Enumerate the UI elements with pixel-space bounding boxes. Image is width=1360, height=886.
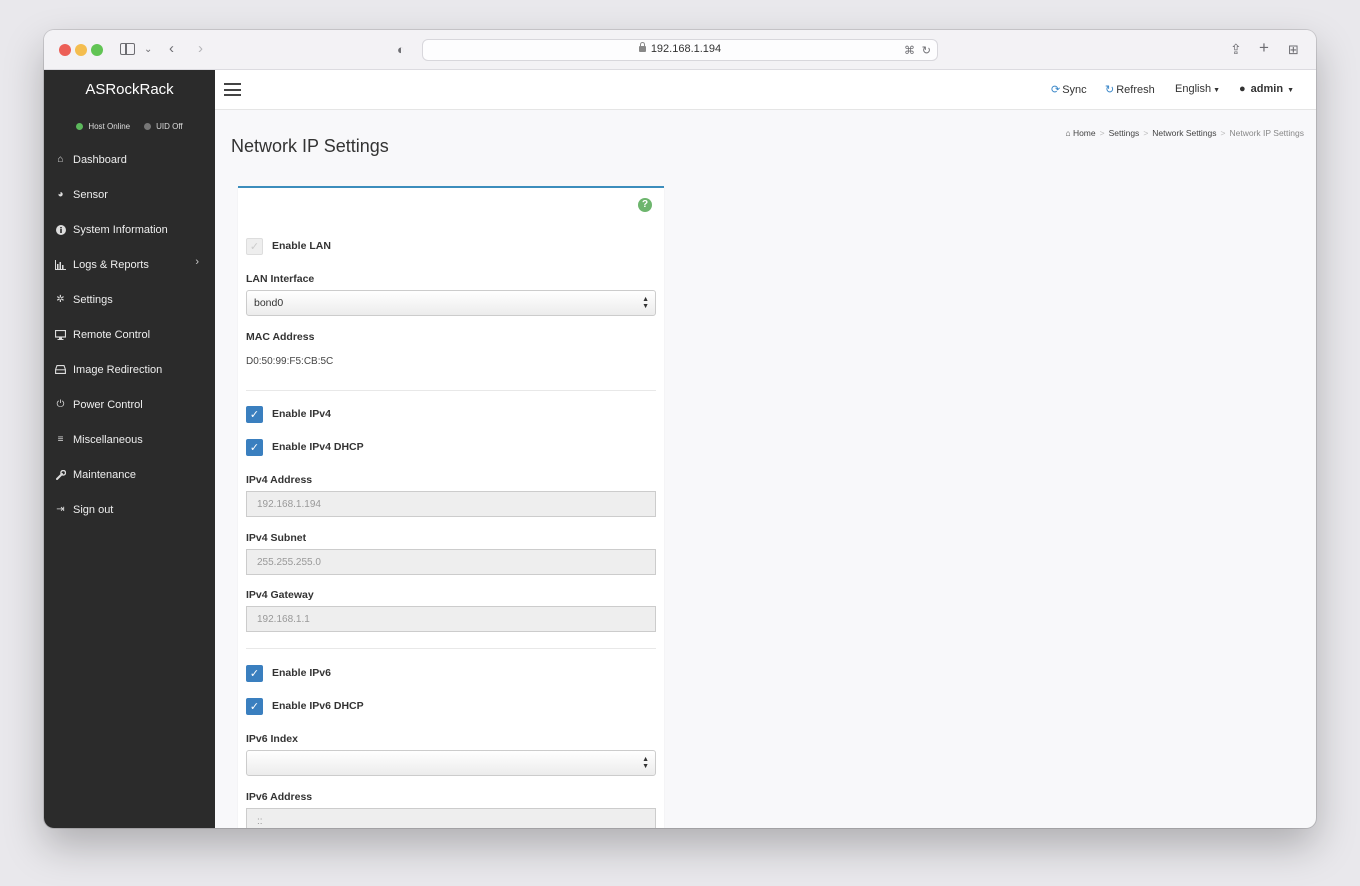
enable-ipv4-checkbox[interactable]: ✓ [246, 405, 263, 423]
sidebar-item-settings[interactable]: ✲ Settings [44, 282, 215, 317]
section-divider [246, 390, 656, 391]
browser-window: ⌄ ‹ › ◐ 192.168.1.194 ⌘ ↻ ⇪ + ⊞ ASRockRa… [44, 30, 1316, 828]
enable-ipv4-row: ✓ Enable IPv4 [246, 405, 331, 423]
browser-toolbar: ⌄ ‹ › ◐ 192.168.1.194 ⌘ ↻ ⇪ + ⊞ [44, 30, 1316, 70]
mac-address-value: D0:50:99:F5:CB:5C [246, 356, 334, 367]
home-icon: ⌂ [1065, 128, 1073, 138]
ipv6-index-label: IPv6 Index [246, 733, 298, 745]
sidebar-item-dashboard[interactable]: ⌂ Dashboard [44, 142, 215, 177]
gear-icon: ✲ [56, 294, 65, 305]
section-divider [246, 648, 656, 649]
breadcrumb-network-settings[interactable]: Network Settings [1152, 128, 1216, 138]
sidebar-item-power-control[interactable]: ⏻ Power Control [44, 387, 215, 422]
ipv4-gateway-input[interactable]: 192.168.1.1 [246, 606, 656, 632]
mac-address-label: MAC Address [246, 331, 315, 343]
sign-out-icon: ⇥ [56, 504, 65, 515]
privacy-shield-icon[interactable]: ◐ [397, 40, 405, 60]
ipv4-address-input[interactable]: 192.168.1.194 [246, 491, 656, 517]
tab-overview-icon[interactable]: ⊞ [1288, 40, 1299, 60]
status-row: Host Online UID Off [44, 110, 215, 142]
breadcrumb-current: Network IP Settings [1229, 128, 1305, 138]
breadcrumb: ⌂ Home > Settings > Network Settings > Network… [1065, 128, 1304, 138]
lan-interface-label: LAN Interface [246, 273, 315, 285]
chevron-down-icon[interactable]: ⌄ [144, 40, 152, 60]
list-icon: ≡ [57, 434, 64, 445]
enable-ipv4-dhcp-checkbox[interactable]: ✓ [246, 438, 263, 456]
back-icon[interactable]: ‹ [169, 39, 174, 59]
address-bar[interactable]: 192.168.1.194 ⌘ ↻ [422, 39, 938, 61]
enable-ipv6-row: ✓ Enable IPv6 [246, 664, 331, 682]
wrench-icon [55, 469, 66, 480]
ipv4-address-label: IPv4 Address [246, 474, 313, 486]
host-status-led-icon [76, 122, 84, 130]
uid-status[interactable]: UID Off [144, 122, 183, 131]
help-icon[interactable]: ? [638, 198, 652, 212]
translate-icon[interactable]: ⌘ [904, 41, 915, 61]
share-icon[interactable]: ⇪ [1230, 39, 1242, 59]
home-icon: ⌂ [57, 154, 64, 165]
app-sidebar: ASRockRack Host Online UID Off ⌂ Dashboar… [44, 70, 215, 828]
desktop-icon [55, 329, 66, 340]
new-tab-icon[interactable]: + [1259, 38, 1269, 58]
language-dropdown[interactable]: English ▼ [1175, 83, 1220, 95]
user-icon: ● [1239, 83, 1246, 95]
enable-ipv6-checkbox[interactable]: ✓ [246, 664, 263, 682]
sidebar-item-sensor[interactable]: ◕ Sensor [44, 177, 215, 212]
ipv6-address-input[interactable]: :: [246, 808, 656, 828]
sync-button[interactable]: ⟳ Sync [1051, 83, 1087, 96]
sidebar-item-maintenance[interactable]: Maintenance [44, 457, 215, 492]
chevron-right-icon: › [195, 256, 199, 268]
page-title: Network IP Settings [231, 136, 389, 156]
browser-sidebar-icon[interactable] [120, 43, 135, 55]
sidebar-item-image-redirection[interactable]: Image Redirection [44, 352, 215, 387]
info-icon [55, 224, 66, 235]
refresh-button[interactable]: ↻ Refresh [1105, 83, 1155, 96]
hdd-icon [55, 364, 66, 375]
enable-ipv6-dhcp-checkbox[interactable]: ✓ [246, 697, 263, 715]
host-status: Host Online [76, 122, 130, 131]
sidebar-item-system-information[interactable]: System Information [44, 212, 215, 247]
sidebar-item-remote-control[interactable]: Remote Control [44, 317, 215, 352]
sidebar-item-logs-reports[interactable]: Logs & Reports › [44, 247, 215, 282]
sidebar-item-sign-out[interactable]: ⇥ Sign out [44, 492, 215, 527]
ipv4-gateway-label: IPv4 Gateway [246, 589, 314, 601]
ipv4-subnet-label: IPv4 Subnet [246, 532, 307, 544]
ipv6-address-label: IPv6 Address [246, 791, 313, 803]
caret-down-icon: ▼ [1213, 87, 1221, 94]
sync-icon: ⟳ [1051, 84, 1061, 96]
breadcrumb-settings[interactable]: Settings [1109, 128, 1140, 138]
bar-chart-icon [55, 259, 66, 270]
zoom-window-button[interactable] [91, 44, 103, 56]
lan-interface-select[interactable]: bond0 ▲ ▼ [246, 290, 656, 316]
select-arrows-icon: ▲ ▼ [642, 756, 649, 770]
user-menu[interactable]: ● admin ▼ [1239, 83, 1294, 95]
network-ip-settings-panel: ? ✓ Enable LAN LAN Interface bond0 ▲ ▼ MAC… [238, 186, 664, 828]
ipv6-index-select[interactable]: ▲ ▼ [246, 750, 656, 776]
minimize-window-button[interactable] [75, 44, 87, 56]
tachometer-icon: ◕ [57, 189, 64, 200]
enable-lan-row: ✓ Enable LAN [246, 237, 331, 255]
uid-status-led-icon [144, 122, 152, 130]
lock-icon [638, 42, 646, 52]
brand-logo[interactable]: ASRockRack [44, 70, 215, 110]
sidebar-item-miscellaneous[interactable]: ≡ Miscellaneous [44, 422, 215, 457]
url-text: 192.168.1.194 [650, 43, 722, 55]
refresh-icon: ↻ [1105, 84, 1115, 96]
power-icon: ⏻ [56, 399, 65, 410]
enable-lan-checkbox[interactable]: ✓ [246, 237, 263, 255]
app-header: ⟳ Sync ↻ Refresh English ▼ ● admin ▼ [215, 70, 1316, 110]
close-window-button[interactable] [59, 44, 71, 56]
menu-toggle-icon[interactable] [224, 83, 241, 96]
enable-ipv6-dhcp-row: ✓ Enable IPv6 DHCP [246, 697, 364, 715]
breadcrumb-home[interactable]: Home [1073, 128, 1096, 138]
caret-down-icon: ▼ [1287, 87, 1294, 94]
enable-ipv4-dhcp-row: ✓ Enable IPv4 DHCP [246, 438, 364, 456]
select-arrows-icon: ▲ ▼ [642, 296, 649, 310]
reload-icon[interactable]: ↻ [922, 41, 931, 61]
ipv4-subnet-input[interactable]: 255.255.255.0 [246, 549, 656, 575]
forward-icon[interactable]: › [198, 39, 203, 59]
